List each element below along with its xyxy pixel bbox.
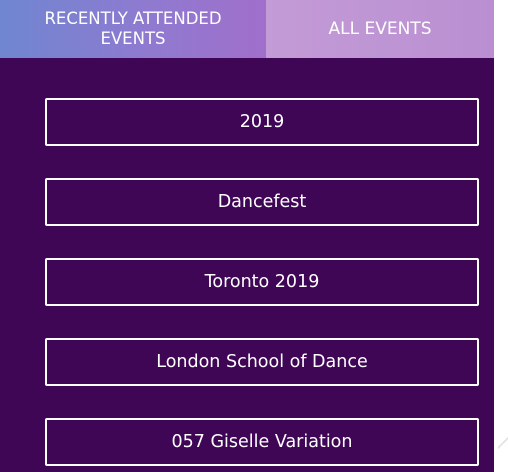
event-button-label: Dancefest <box>217 192 307 212</box>
event-button-057-giselle-variation[interactable]: 057 Giselle Variation <box>45 418 479 466</box>
tab-all-events-label: ALL EVENTS <box>328 19 432 39</box>
tab-bar: RECENTLY ATTENDED EVENTS ALL EVENTS <box>0 0 494 58</box>
event-button-label: 2019 <box>239 112 285 132</box>
app-screen: RECENTLY ATTENDED EVENTS ALL EVENTS 2019… <box>0 0 494 472</box>
tab-recently-attended-events[interactable]: RECENTLY ATTENDED EVENTS <box>0 0 266 58</box>
event-button-label: Toronto 2019 <box>204 272 320 292</box>
event-button-toronto-2019[interactable]: Toronto 2019 <box>45 258 479 306</box>
tab-recently-attended-events-label: RECENTLY ATTENDED EVENTS <box>44 9 222 48</box>
event-button-label: 057 Giselle Variation <box>171 432 353 452</box>
event-button-london-school-of-dance[interactable]: London School of Dance <box>45 338 479 386</box>
edge-artifact <box>498 430 508 456</box>
event-button-dancefest[interactable]: Dancefest <box>45 178 479 226</box>
event-button-2019[interactable]: 2019 <box>45 98 479 146</box>
tab-all-events[interactable]: ALL EVENTS <box>266 0 494 58</box>
event-button-label: London School of Dance <box>156 352 368 372</box>
